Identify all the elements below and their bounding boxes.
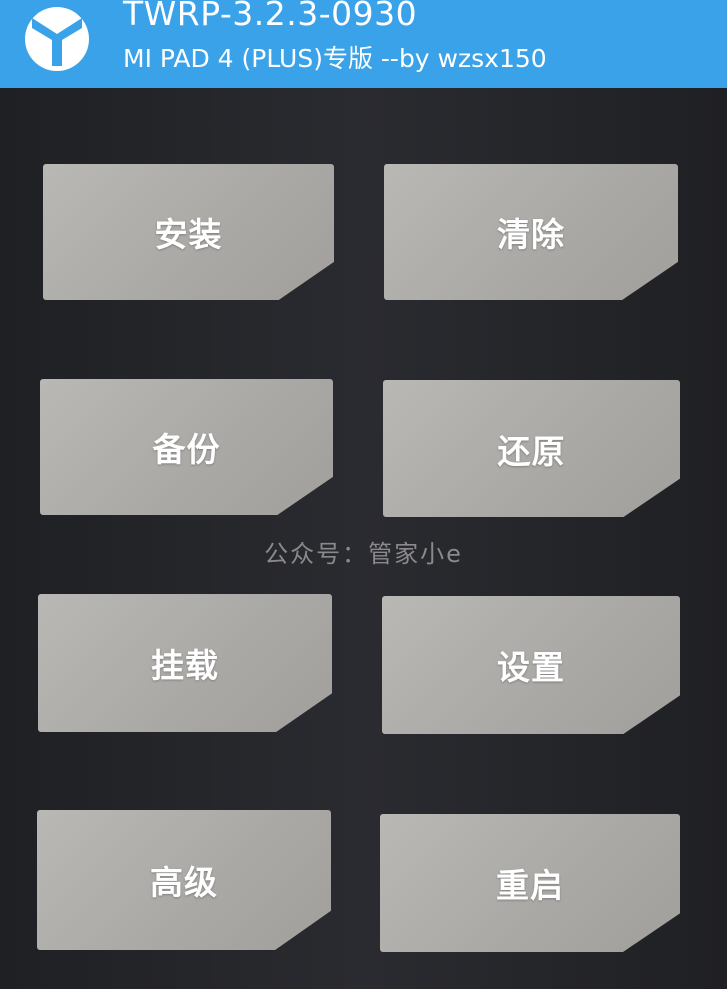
wipe-label: 清除 <box>497 215 565 254</box>
install-button[interactable]: 安装 <box>43 164 334 300</box>
restore-label: 还原 <box>497 431 566 471</box>
backup-label: 备份 <box>152 430 221 469</box>
watermark-text: 公众号：管家小e <box>264 540 463 568</box>
wipe-button[interactable]: 清除 <box>384 164 678 300</box>
settings-button[interactable]: 设置 <box>382 596 680 734</box>
restore-button[interactable]: 还原 <box>383 380 680 517</box>
device-subtitle: MI PAD 4 (PLUS)专版 --by wzsx150 <box>123 44 547 73</box>
settings-label: 设置 <box>497 648 565 687</box>
mount-label: 挂载 <box>151 646 219 685</box>
reboot-label: 重启 <box>496 866 564 905</box>
app-title: TWRP-3.2.3-0930 <box>123 0 418 33</box>
twrp-logo-icon <box>25 7 89 71</box>
backup-button[interactable]: 备份 <box>40 379 333 515</box>
mount-button[interactable]: 挂载 <box>38 594 332 732</box>
advanced-label: 高级 <box>150 863 218 902</box>
app-header: TWRP-3.2.3-0930 MI PAD 4 (PLUS)专版 --by w… <box>0 0 727 88</box>
advanced-button[interactable]: 高级 <box>37 810 331 950</box>
reboot-button[interactable]: 重启 <box>380 814 680 952</box>
install-label: 安装 <box>154 215 223 254</box>
